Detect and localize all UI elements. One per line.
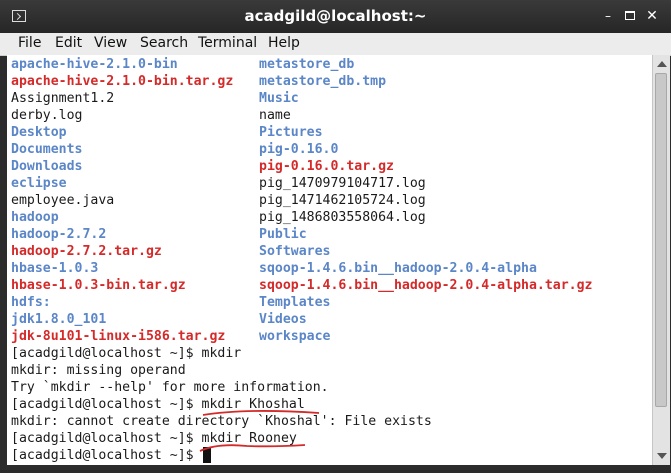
listing-entry-left: hadoop [11,210,59,225]
listing-entry-left: hdfs: [11,295,51,310]
listing-entry-right: pig_1486803558064.log [259,210,426,225]
title-bar[interactable]: acadgild@localhost:~ – ✕ [0,0,671,33]
listing-entry-right: Pictures [259,125,323,140]
listing-entry-left: hbase-1.0.3 [11,261,99,276]
listing-entry-right: sqoop-1.4.6.bin__hadoop-2.0.4-alpha.tar.… [259,278,593,293]
text-cursor [203,447,211,463]
terminal-line: mkdir: missing operand [11,363,186,378]
menu-help[interactable]: Help [268,35,300,51]
listing-entry-right: Public [259,227,307,242]
maximize-icon [625,11,635,20]
listing-entry-right: name [259,108,291,123]
listing-entry-left: Assignment1.2 [11,91,115,106]
listing-entry-right: sqoop-1.4.6.bin__hadoop-2.0.4-alpha [259,261,537,276]
listing-entry-right: pig-0.16.0.tar.gz [259,159,394,174]
scroll-up-arrow-icon[interactable] [657,61,667,67]
maximize-button[interactable] [623,9,637,23]
scrollbar-thumb[interactable] [655,73,667,407]
menu-terminal[interactable]: Terminal [198,35,257,51]
listing-entry-left: Documents [11,142,83,157]
listing-entry-right: Templates [259,295,331,310]
listing-entry-left: apache-hive-2.1.0-bin [11,57,178,72]
vertical-scrollbar[interactable] [652,55,670,465]
menu-search[interactable]: Search [140,35,188,51]
terminal-output[interactable]: [acadgild@localhost ~]$ [acadgild@localh… [7,55,652,465]
listing-entry-right: Videos [259,312,307,327]
listing-entry-left: hbase-1.0.3-bin.tar.gz [11,278,186,293]
listing-entry-left: jdk-8u101-linux-i586.tar.gz [11,329,226,344]
minimize-button[interactable]: – [601,9,615,23]
window-title: acadgild@localhost:~ [244,7,427,25]
listing-entry-right: pig_1471462105724.log [259,193,426,208]
terminal-line: [acadgild@localhost ~]$ mkdir [11,346,242,361]
terminal-line: mkdir: cannot create directory `Khoshal'… [11,414,432,429]
listing-entry-left: eclipse [11,176,67,191]
terminal-line: [acadgild@localhost ~]$ mkdir Rooney [11,431,297,446]
terminal-window: acadgild@localhost:~ – ✕ File Edit View … [0,0,671,473]
terminal-line: [acadgild@localhost ~]$ [11,448,202,463]
listing-entry-right: workspace [259,329,331,344]
listing-entry-left: employee.java [11,193,115,208]
scroll-down-arrow-icon[interactable] [657,453,667,459]
listing-entry-right: Softwares [259,244,331,259]
menu-edit[interactable]: Edit [55,35,82,51]
listing-entry-left: jdk1.8.0_101 [11,312,107,327]
listing-entry-left: hadoop-2.7.2.tar.gz [11,244,162,259]
listing-entry-right: pig_1470979104717.log [259,176,426,191]
listing-entry-right: pig-0.16.0 [259,142,339,157]
menu-bar: File Edit View Search Terminal Help [0,33,671,56]
listing-entry-right: Music [259,91,299,106]
menu-file[interactable]: File [18,35,41,51]
close-button[interactable]: ✕ [645,9,659,23]
listing-entry-left: apache-hive-2.1.0-bin.tar.gz [11,74,234,89]
menu-view[interactable]: View [94,35,127,51]
listing-entry-left: Downloads [11,159,83,174]
terminal-line: [acadgild@localhost ~]$ mkdir Khoshal [11,397,305,412]
listing-entry-left: derby.log [11,108,83,123]
listing-entry-left: Desktop [11,125,67,140]
listing-entry-right: metastore_db [259,57,355,72]
listing-entry-right: metastore_db.tmp [259,74,387,89]
terminal-line: Try `mkdir --help' for more information. [11,380,329,395]
listing-entry-left: hadoop-2.7.2 [11,227,107,242]
